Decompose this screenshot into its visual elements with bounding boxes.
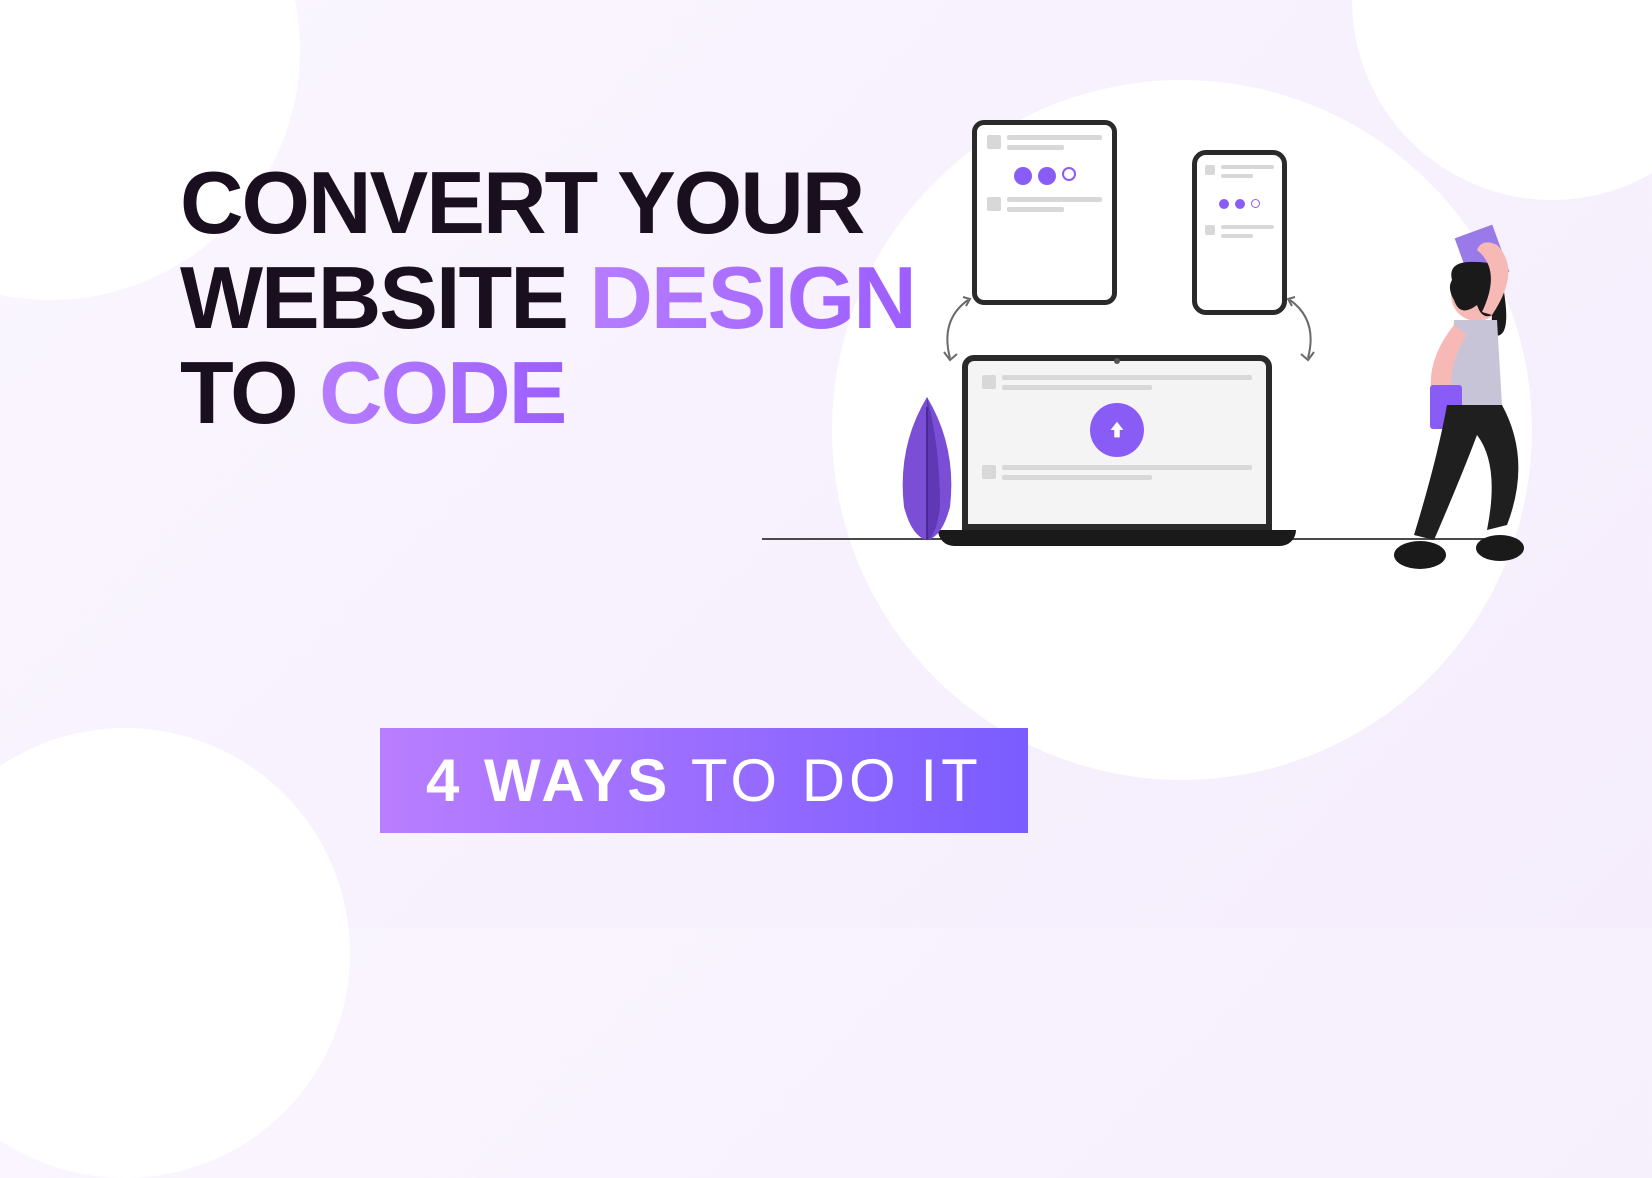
leaf-icon [892,392,962,542]
headline-line-1: Convert your [180,153,863,252]
headline-line-2-dark: website [180,248,589,347]
hero-illustration [762,120,1512,680]
laptop-mockup [962,355,1272,545]
banner-rest: to do it [671,747,981,814]
phone-mockup [1192,150,1287,315]
upload-arrow-icon [1090,403,1144,457]
subtitle-banner: 4 ways to do it [380,728,1028,833]
sync-arrow-icon [1278,290,1328,370]
banner-bold: 4 ways [426,747,671,814]
person-holding-device-icon [1382,220,1562,620]
tablet-mockup [972,120,1117,305]
headline-line-3-dark: to [180,343,319,442]
headline-line-3-accent: code [319,343,565,442]
bg-circle [0,728,350,1178]
